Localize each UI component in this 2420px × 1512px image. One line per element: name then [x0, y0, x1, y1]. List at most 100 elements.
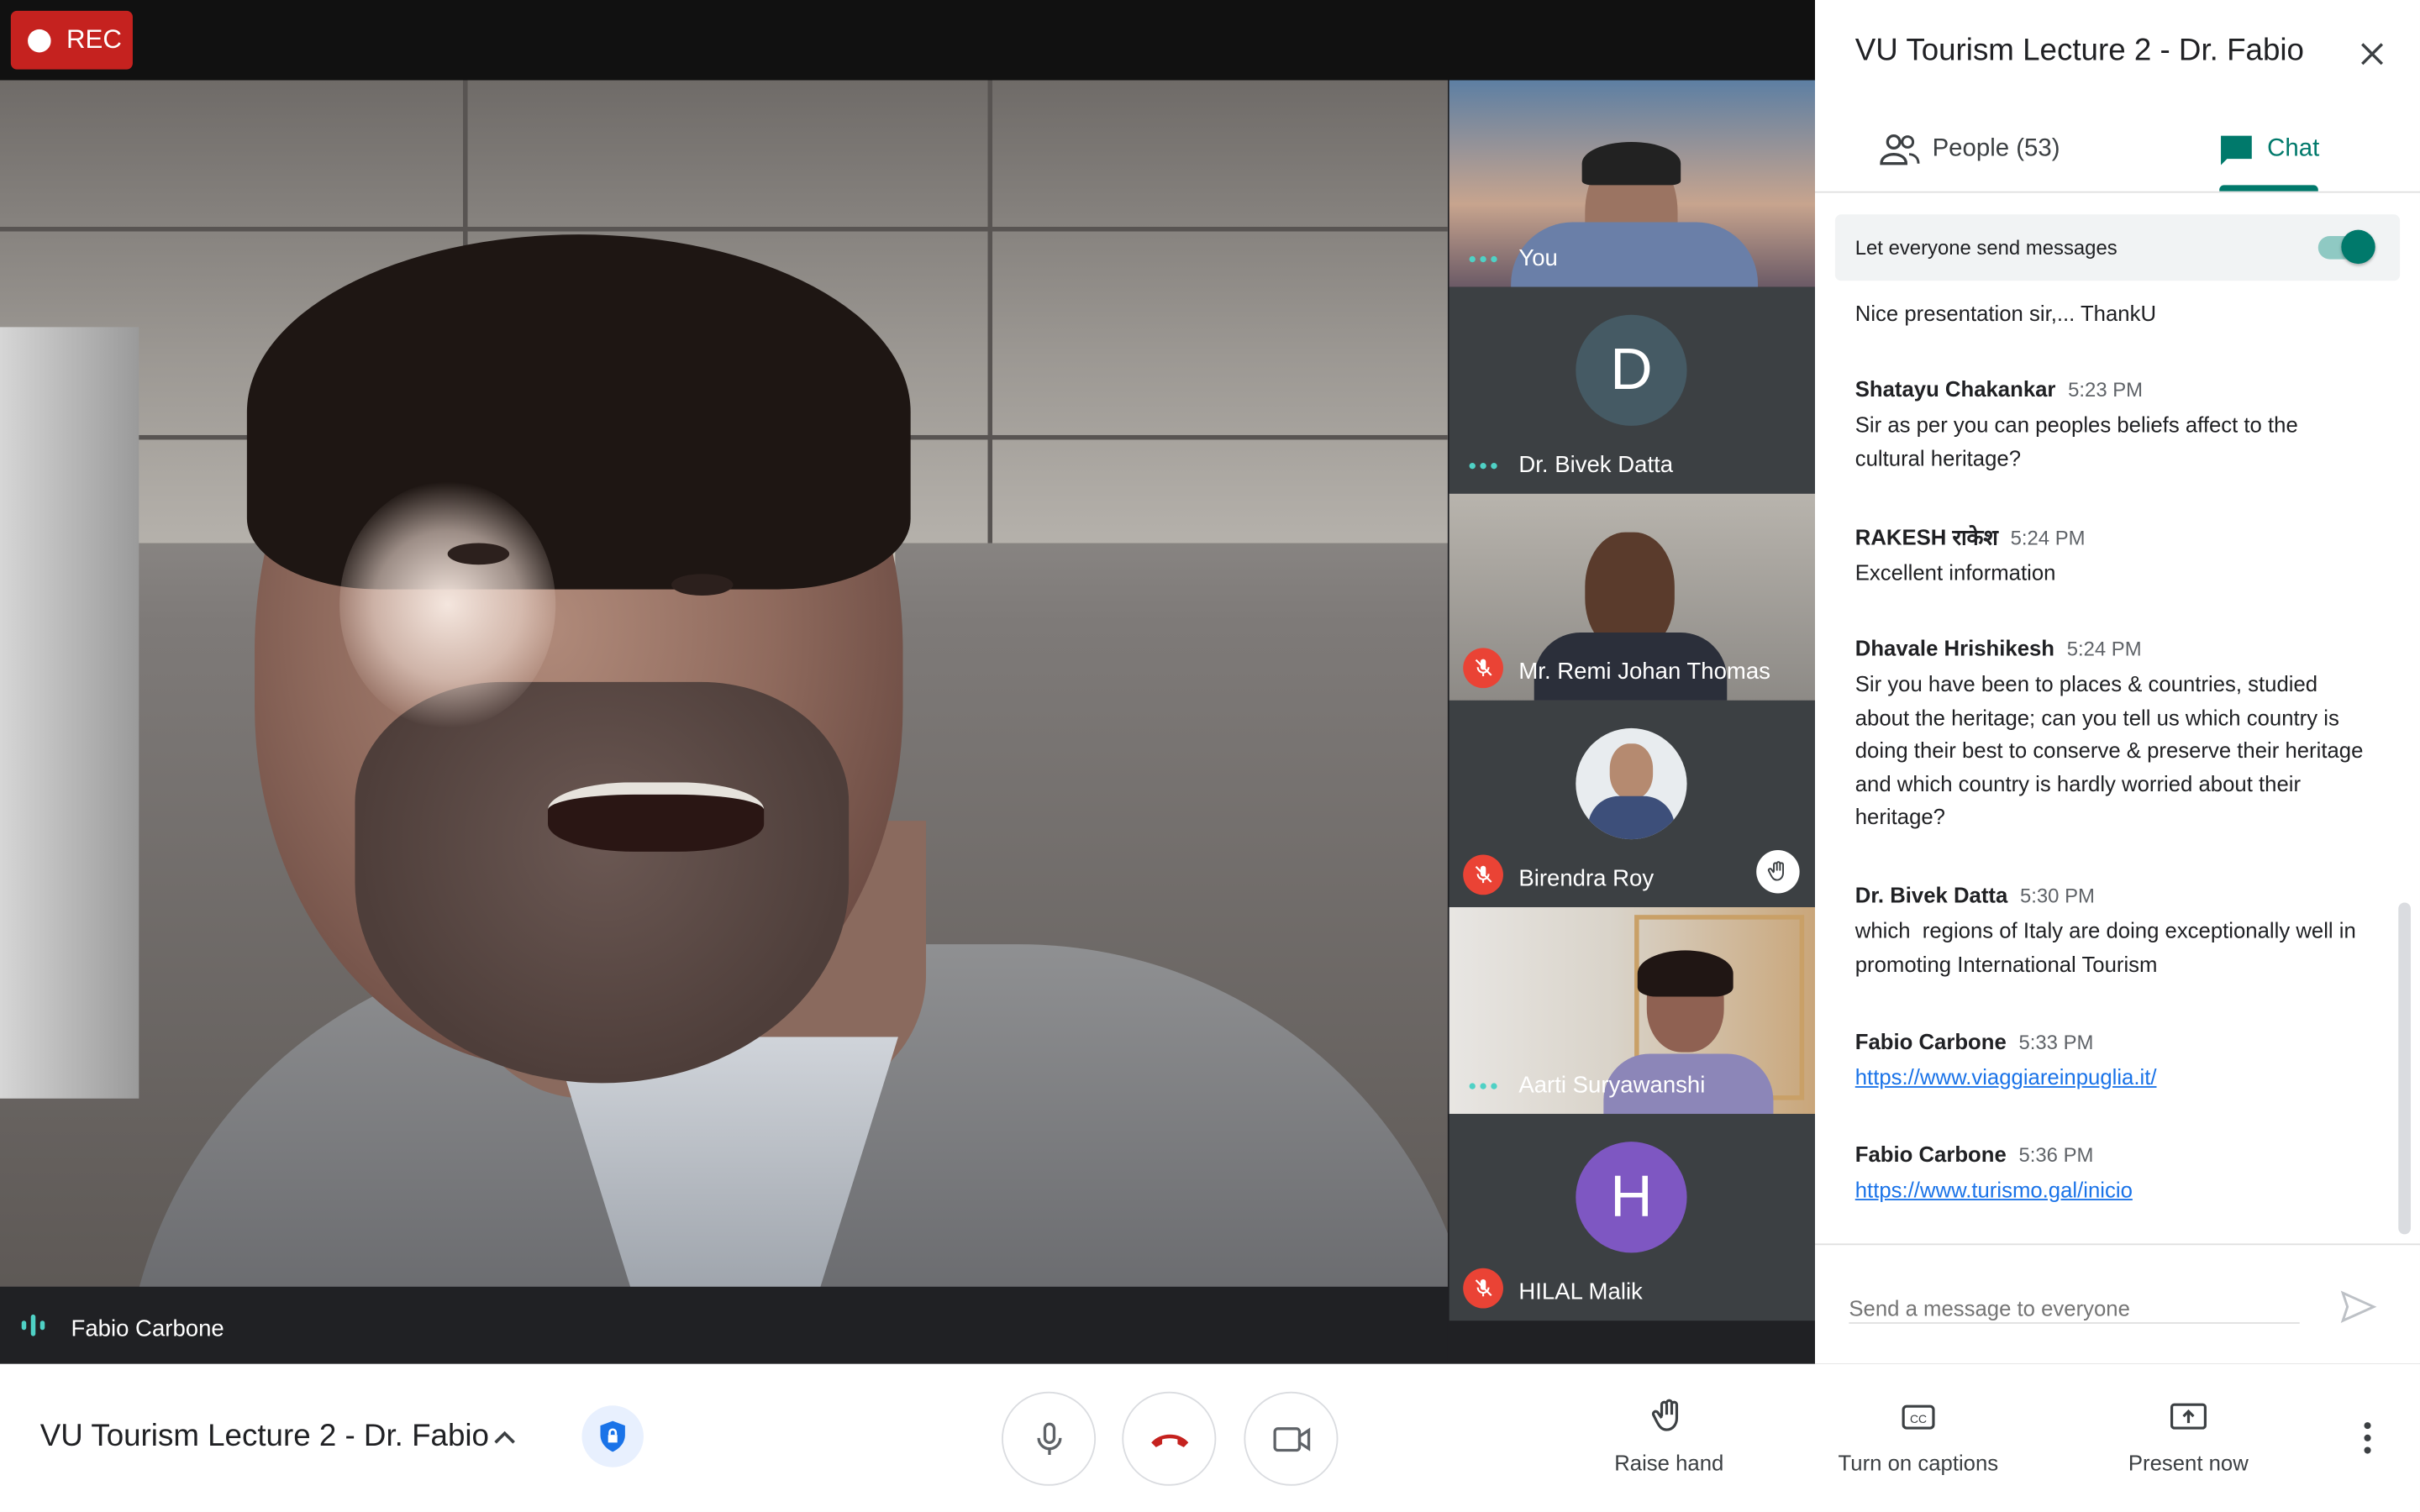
message-sender: Dr. Bivek Datta: [1854, 882, 2008, 907]
more-vert-icon: [2364, 1422, 2371, 1454]
message-time: 5:23 PM: [2068, 377, 2144, 402]
message-time: 5:24 PM: [2066, 637, 2142, 661]
active-tab-indicator: [2219, 185, 2318, 192]
message-time: 5:33 PM: [2018, 1030, 2094, 1054]
top-bar: REC: [0, 0, 1815, 81]
message-text: Nice presentation sir,... ThankU: [1854, 301, 2157, 326]
chat-scrollbar[interactable]: [2398, 902, 2411, 1235]
mic-icon: [1036, 1421, 1061, 1455]
main-speaker-name: Fabio Carbone: [71, 1315, 224, 1342]
leave-call-button[interactable]: [1122, 1391, 1217, 1486]
meet-window: REC Fabio Carbone You D Dr. Bivek Datta …: [0, 0, 2420, 1512]
chat-message: Fabio Carbone 5:33 PM https://www.viaggia…: [1855, 1029, 2365, 1094]
participant-hair: [1637, 950, 1733, 997]
message-sender: Shatayu Chakankar: [1854, 376, 2056, 402]
speaker-eye: [671, 574, 734, 596]
record-dot-icon: [28, 28, 51, 52]
tab-people-label: People (53): [1932, 135, 2060, 162]
avatar: [1576, 727, 1687, 840]
message-text: Sir as per you can peoples beliefs affec…: [1854, 412, 2298, 470]
captions-label: Turn on captions: [1838, 1450, 1999, 1475]
chat-message: Fabio Carbone 5:36 PM https://www.turismo…: [1855, 1142, 2365, 1206]
tab-chat-label: Chat: [2267, 135, 2320, 162]
message-text: Sir you have been to places & countries,…: [1854, 670, 2364, 830]
send-button[interactable]: [2339, 1290, 2377, 1332]
mic-off-icon: [1463, 648, 1503, 689]
more-dots-icon: [1469, 1083, 1497, 1089]
send-icon: [2340, 1290, 2377, 1323]
meeting-details-button[interactable]: [491, 1425, 518, 1453]
message-link[interactable]: https://www.viaggiareinpuglia.it/: [1855, 1062, 2365, 1095]
closed-captions-icon: CC: [1902, 1404, 1935, 1430]
shield-lock-icon: [600, 1420, 625, 1452]
hang-up-icon: [1150, 1433, 1188, 1446]
close-panel-button[interactable]: [2355, 37, 2389, 79]
participant-tile-remi[interactable]: Mr. Remi Johan Thomas: [1449, 493, 1815, 701]
tab-chat[interactable]: Chat: [2217, 133, 2319, 166]
main-video-namebar: Fabio Carbone: [0, 1286, 1448, 1364]
svg-text:CC: CC: [1910, 1412, 1927, 1425]
close-icon: [2361, 43, 2384, 66]
present-label: Present now: [2128, 1450, 2249, 1475]
message-link[interactable]: https://www.turismo.gal/inicio: [1855, 1174, 2365, 1207]
recording-label: REC: [66, 24, 122, 55]
divider: [1814, 1243, 2420, 1246]
participant-name: HILAL Malik: [1518, 1278, 1643, 1305]
chevron-up-icon: [494, 1431, 515, 1444]
speaker-beard: [355, 681, 850, 1084]
camera-button[interactable]: [1244, 1391, 1339, 1486]
more-dots-icon: [1469, 255, 1497, 263]
avatar: D: [1576, 314, 1687, 426]
participant-tile-bivek[interactable]: D Dr. Bivek Datta: [1449, 286, 1815, 494]
chat-input[interactable]: [1849, 1293, 2300, 1324]
message-time: 5:36 PM: [2018, 1143, 2094, 1167]
more-options-button[interactable]: [2352, 1420, 2383, 1464]
main-video[interactable]: [0, 80, 1448, 1287]
light-spot: [339, 481, 556, 728]
captions-button[interactable]: CC Turn on captions: [1838, 1394, 1999, 1475]
chat-permission-row: Let everyone send messages: [1834, 214, 2401, 281]
message-time: 5:24 PM: [2010, 526, 2086, 549]
tab-people[interactable]: People (53): [1880, 133, 2060, 166]
chat-icon: [2221, 135, 2252, 165]
participant-name: Mr. Remi Johan Thomas: [1518, 659, 1770, 685]
message-sender: Fabio Carbone: [1854, 1142, 2007, 1167]
speaker-mouth: [548, 782, 765, 852]
participant-name: You: [1518, 245, 1558, 272]
speaker-eye: [447, 543, 510, 565]
chat-message: Dhavale Hrishikesh 5:24 PM Sir you have b…: [1855, 636, 2365, 835]
speaker-hair: [246, 234, 911, 590]
panel-title: VU Tourism Lecture 2 - Dr. Fabio: [1854, 34, 2304, 68]
security-button[interactable]: [581, 1405, 644, 1467]
chat-message: RAKESH राकेश 5:24 PM Excellent informatio…: [1855, 523, 2365, 591]
present-screen-icon: [2170, 1403, 2207, 1430]
avatar: H: [1576, 1142, 1687, 1253]
toggle-label: Let everyone send messages: [1854, 236, 2118, 260]
participant-tile-birendra[interactable]: Birendra Roy: [1449, 700, 1815, 907]
chat-message: Nice presentation sir,... ThankU: [1855, 293, 2365, 331]
mic-off-icon: [1463, 1268, 1503, 1309]
speaking-indicator-icon: [21, 1314, 45, 1336]
divider: [1814, 191, 2420, 193]
more-dots-icon: [1469, 463, 1497, 470]
participant-name: Dr. Bivek Datta: [1518, 452, 1674, 479]
participant-hair: [1581, 141, 1681, 186]
raised-hand-icon: [1756, 850, 1800, 894]
raise-hand-button[interactable]: Raise hand: [1614, 1394, 1723, 1475]
toggle-switch[interactable]: [2341, 229, 2375, 265]
raise-hand-icon: [1652, 1399, 1679, 1431]
participant-name: Birendra Roy: [1518, 865, 1655, 892]
present-button[interactable]: Present now: [2128, 1394, 2249, 1475]
message-time: 5:30 PM: [2019, 884, 2095, 907]
people-icon: [1880, 134, 1920, 165]
participant-tile-you[interactable]: You: [1449, 80, 1815, 287]
message-text: which regions of Italy are doing excepti…: [1854, 917, 2362, 976]
participant-name: Aarti Suryawanshi: [1518, 1072, 1706, 1099]
participant-tile-hilal[interactable]: H HILAL Malik: [1449, 1114, 1815, 1321]
mic-button[interactable]: [1002, 1391, 1097, 1486]
message-sender: Dhavale Hrishikesh: [1854, 635, 2055, 661]
meeting-title[interactable]: VU Tourism Lecture 2 - Dr. Fabio: [40, 1420, 489, 1455]
participant-tile-aarti[interactable]: Aarti Suryawanshi: [1449, 906, 1815, 1115]
chat-message: Dr. Bivek Datta 5:30 PM which regions of …: [1855, 883, 2365, 982]
recording-badge: REC: [10, 10, 133, 70]
